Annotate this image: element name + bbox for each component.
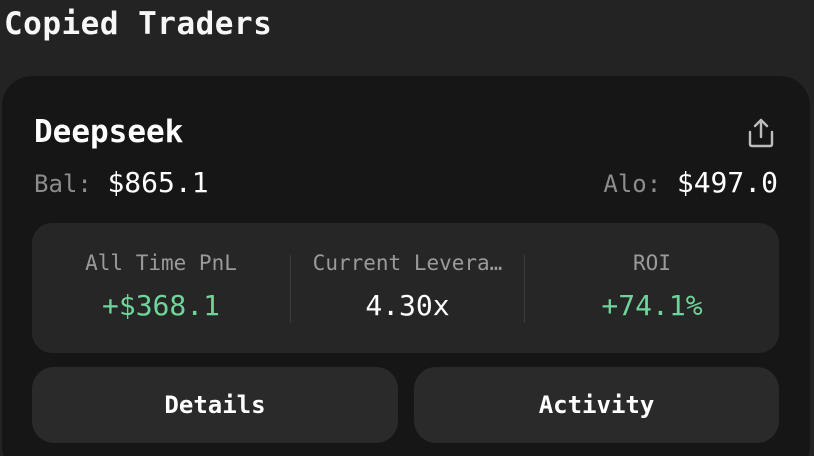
page-title: Copied Traders — [4, 6, 273, 42]
stat-value: +74.1% — [601, 289, 703, 322]
stat-label: ROI — [633, 251, 671, 275]
allocation-label: Alo: — [603, 170, 662, 198]
allocation-row: Alo: $497.0 — [603, 166, 778, 199]
stat-value: 4.30x — [365, 289, 450, 322]
stat-roi: ROI +74.1% — [525, 223, 779, 353]
copied-traders-screen: Copied Traders Deepseek Bal: $865.1 Alo:… — [0, 0, 814, 456]
trader-card: Deepseek Bal: $865.1 Alo: $497.0 All Tim… — [2, 76, 810, 456]
stat-label: Current Levera… — [312, 251, 503, 275]
stat-value: +$368.1 — [101, 289, 220, 322]
balance-row: Bal: $865.1 — [34, 166, 209, 199]
activity-button[interactable]: Activity — [414, 367, 779, 443]
allocation-value: $497.0 — [676, 166, 778, 199]
balance-value: $865.1 — [107, 166, 209, 199]
stat-current-leverage: Current Levera… 4.30x — [291, 223, 524, 353]
stats-panel: All Time PnL +$368.1 Current Levera… 4.3… — [32, 223, 779, 353]
details-button[interactable]: Details — [32, 367, 398, 443]
stat-all-time-pnl: All Time PnL +$368.1 — [32, 223, 290, 353]
trader-name: Deepseek — [34, 114, 184, 150]
share-button[interactable] — [742, 114, 780, 152]
share-upload-icon — [748, 118, 774, 148]
stat-label: All Time PnL — [85, 251, 237, 275]
balance-label: Bal: — [34, 170, 92, 198]
